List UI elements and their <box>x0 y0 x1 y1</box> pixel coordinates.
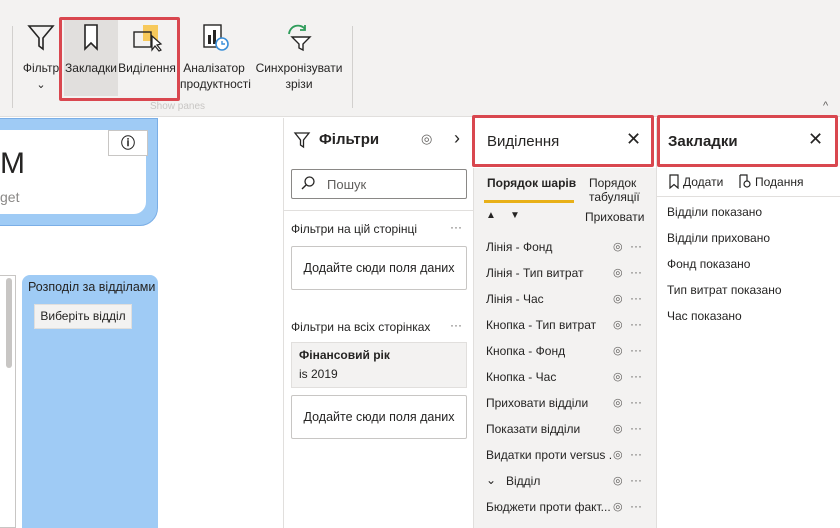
page-filters-heading: Фільтри на цій сторінці <box>291 222 418 236</box>
filter-icon <box>293 131 311 152</box>
ribbon-separator <box>352 26 353 108</box>
highlight-selection-header <box>472 115 654 167</box>
kpi-label: get <box>0 189 20 205</box>
move-up-icon[interactable]: ▲ <box>486 210 496 221</box>
performance-analyzer-button[interactable]: Аналізатор продуктності <box>180 22 251 92</box>
eye-icon[interactable]: ◎ <box>421 131 432 147</box>
divider <box>283 210 473 211</box>
sync-slicers-button[interactable]: Синхронізувати зрізи <box>253 22 345 92</box>
fiscal-year-filter-value: is 2019 <box>299 367 338 381</box>
highlight-bookmarks-header <box>657 115 838 167</box>
page-filters-drop-zone[interactable]: Додайте сюди поля даних <box>291 246 467 290</box>
department-select[interactable]: Виберіть відділ <box>34 304 132 329</box>
layer-item[interactable]: Кнопка - Фонд <box>486 344 612 358</box>
eye-icon[interactable]: ◎ <box>613 344 623 357</box>
sync-label-2: зрізи <box>285 77 313 91</box>
search-placeholder: Пошук <box>327 177 367 192</box>
filter-button-label: Фільтр <box>22 61 60 75</box>
eye-hidden-icon[interactable]: ◎ <box>613 240 623 253</box>
group-expand-icon[interactable]: ⌄ <box>486 473 496 487</box>
view-bookmark-button[interactable]: Подання <box>738 174 803 192</box>
layer-item[interactable]: Лінія - Час <box>486 292 612 306</box>
all-pages-filters-drop-zone[interactable]: Додайте сюди поля даних <box>291 395 467 439</box>
ribbon-group-label: Show panes <box>150 101 206 112</box>
layer-item[interactable]: Показати відділи <box>486 422 612 436</box>
filters-title: Фільтри <box>319 131 380 148</box>
bookmark-item[interactable]: Фонд показано <box>667 257 750 271</box>
eye-hidden-icon[interactable]: ◎ <box>613 422 623 435</box>
view-bookmark-label: Подання <box>755 175 804 189</box>
search-input[interactable] <box>291 169 467 199</box>
more-options-icon[interactable]: ··· <box>630 369 642 383</box>
more-options-icon[interactable]: ··· <box>630 421 642 435</box>
tab-tab-order-label-2: табуляції <box>589 190 640 204</box>
more-options-icon[interactable]: ··· <box>450 318 462 332</box>
chevron-down-icon: ⌄ <box>36 79 46 91</box>
ribbon-separator <box>12 26 13 108</box>
view-bookmark-icon <box>738 174 752 192</box>
more-options-icon[interactable]: ··· <box>630 239 642 253</box>
more-options-icon[interactable]: ··· <box>630 343 642 357</box>
filter-icon <box>20 22 62 56</box>
collapse-ribbon-icon[interactable]: ^ <box>823 100 828 112</box>
scrollbar[interactable] <box>6 278 12 368</box>
divider <box>656 196 840 197</box>
layer-item[interactable]: Лінія - Фонд <box>486 240 612 254</box>
bookmark-item[interactable]: Тип витрат показано <box>667 283 782 297</box>
sync-slicers-icon <box>253 22 345 56</box>
sync-label-1: Синхронізувати <box>255 61 343 75</box>
slicer-title: Розподіл за відділами <box>28 280 156 294</box>
layer-item[interactable]: Видатки проти versus ... <box>486 448 612 462</box>
filter-button[interactable]: Фільтр ⌄ <box>20 22 62 93</box>
eye-icon[interactable]: ◎ <box>613 448 623 461</box>
more-options-icon[interactable]: ··· <box>630 317 642 331</box>
layer-group-item[interactable]: Відділ <box>506 474 606 488</box>
eye-icon[interactable]: ◎ <box>613 292 623 305</box>
layer-item[interactable]: Приховати відділи <box>486 396 612 410</box>
add-bookmark-label: Додати <box>683 175 724 189</box>
fiscal-year-filter-name: Фінансовий рік <box>299 348 390 362</box>
layer-item[interactable]: Кнопка - Тип витрат <box>486 318 612 332</box>
tab-tab-order[interactable]: Порядок табуляції <box>589 176 640 204</box>
more-options-icon[interactable]: ··· <box>630 291 642 305</box>
more-options-icon[interactable]: ··· <box>630 473 642 487</box>
eye-hidden-icon[interactable]: ◎ <box>613 266 623 279</box>
active-tab-indicator <box>484 200 574 203</box>
collapse-filters-icon[interactable]: › <box>454 128 460 149</box>
add-bookmark-button[interactable]: Додати <box>668 174 723 192</box>
eye-hidden-icon[interactable]: ◎ <box>613 500 623 513</box>
more-options-icon[interactable]: ··· <box>630 265 642 279</box>
kpi-value: M <box>0 147 25 180</box>
info-icon[interactable]: ⓘ <box>108 130 148 156</box>
add-bookmark-icon <box>668 174 680 192</box>
more-options-icon[interactable]: ··· <box>630 395 642 409</box>
bookmark-item[interactable]: Час показано <box>667 309 742 323</box>
more-options-icon[interactable]: ··· <box>450 220 462 234</box>
layer-item[interactable]: Лінія - Тип витрат <box>486 266 612 280</box>
eye-icon[interactable]: ◎ <box>613 318 623 331</box>
eye-icon[interactable]: ◎ <box>613 474 623 487</box>
all-pages-filters-heading: Фільтри на всіх сторінках <box>291 320 431 334</box>
analyzer-label-2: продуктності <box>180 77 251 91</box>
layer-item[interactable]: Бюджети проти факт... <box>486 500 612 514</box>
performance-analyzer-icon <box>180 22 248 56</box>
tab-layer-order[interactable]: Порядок шарів <box>487 176 576 190</box>
analyzer-label-1: Аналізатор <box>183 61 245 75</box>
hide-column-header: Приховати <box>585 210 645 224</box>
eye-icon[interactable]: ◎ <box>613 370 623 383</box>
layer-item[interactable]: Кнопка - Час <box>486 370 612 384</box>
move-down-icon[interactable]: ▼ <box>510 210 520 221</box>
more-options-icon[interactable]: ··· <box>630 447 642 461</box>
highlight-ribbon-buttons <box>59 17 180 101</box>
eye-icon[interactable]: ◎ <box>613 396 623 409</box>
bookmark-item[interactable]: Відділи показано <box>667 205 762 219</box>
search-icon <box>300 175 316 194</box>
bookmark-item[interactable]: Відділи приховано <box>667 231 770 245</box>
more-options-icon[interactable]: ··· <box>630 499 642 513</box>
tab-tab-order-label-1: Порядок <box>589 176 637 190</box>
